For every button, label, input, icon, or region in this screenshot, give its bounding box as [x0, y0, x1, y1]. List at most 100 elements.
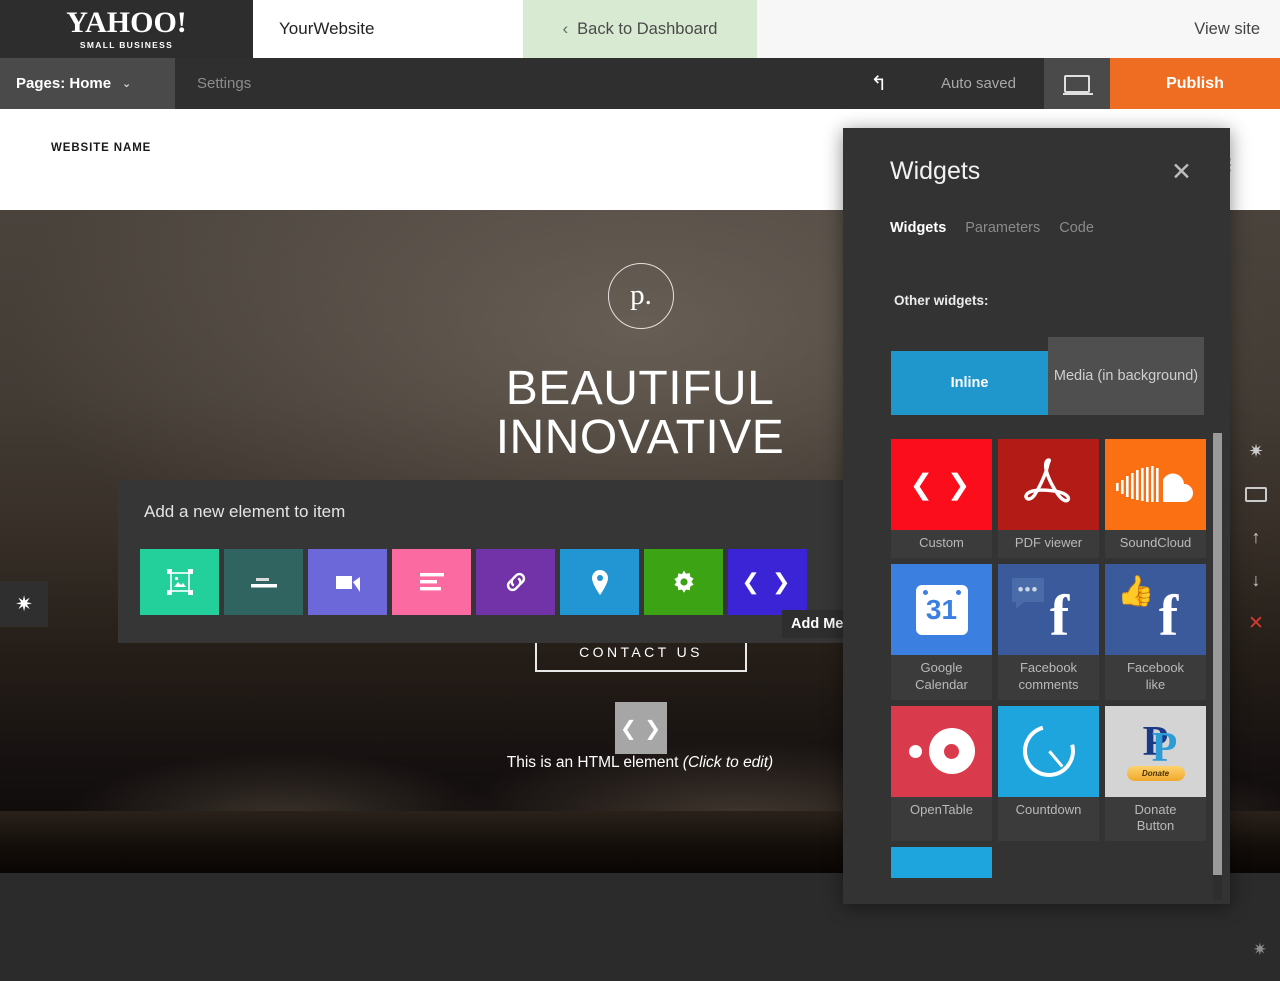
gear-icon: [673, 570, 694, 593]
editor-toolbar: Pages: Home ⌄ Settings ↰ Auto saved Publ…: [0, 58, 1280, 109]
widget-thumb: [1105, 439, 1206, 530]
widget-label-line1: Google: [920, 660, 963, 676]
widgets-row: 31 Google Calendar ••• f Facebook commen…: [891, 564, 1211, 700]
html-element-caption-hint: (Click to edit): [682, 754, 774, 771]
tab-parameters[interactable]: Parameters: [965, 220, 1040, 236]
widgets-scrollbar-thumb[interactable]: [1213, 433, 1222, 875]
builder-app: YAHOO! SMALL BUSINESS YourWebsite ‹ Back…: [0, 0, 1280, 981]
undo-button[interactable]: ↰: [845, 58, 913, 109]
widget-pdf-viewer[interactable]: PDF viewer: [998, 439, 1099, 559]
other-widgets-label: Other widgets:: [894, 293, 989, 308]
widget-custom[interactable]: ❮ ❯ Custom: [891, 439, 992, 559]
widget-soundcloud[interactable]: SoundCloud: [1105, 439, 1206, 559]
back-to-dashboard-label: Back to Dashboard: [577, 19, 718, 38]
soundcloud-icon: [1115, 465, 1193, 502]
topbar-spacer: [757, 0, 1195, 58]
top-bar: YAHOO! SMALL BUSINESS YourWebsite ‹ Back…: [0, 0, 1280, 58]
element-action-rail: ✷ ↑ ↓ ✕: [1232, 440, 1280, 665]
widget-thumb: 31: [891, 564, 992, 656]
segment-inline[interactable]: Inline: [891, 351, 1048, 415]
widget-next-row-partial[interactable]: [891, 847, 992, 879]
text-icon: [419, 573, 444, 591]
back-to-dashboard-button[interactable]: ‹ Back to Dashboard: [523, 0, 757, 58]
rail-delete-button[interactable]: ✕: [1248, 612, 1264, 634]
hero-logo-mark[interactable]: p.: [608, 263, 674, 329]
add-image-button[interactable]: [140, 549, 219, 615]
html-element-placeholder-icon[interactable]: ❮ ❯: [615, 702, 667, 754]
rail-move-up-button[interactable]: ↑: [1252, 526, 1261, 548]
widget-facebook-like[interactable]: 👍 f Facebook like: [1105, 564, 1206, 700]
widget-label: SoundCloud: [1119, 535, 1192, 550]
map-pin-icon: [591, 569, 608, 595]
widget-opentable[interactable]: OpenTable: [891, 705, 992, 842]
video-icon: [335, 576, 360, 592]
rail-move-down-button[interactable]: ↓: [1252, 569, 1261, 591]
view-site-link[interactable]: View site: [1194, 0, 1280, 58]
widget-google-calendar[interactable]: 31 Google Calendar: [891, 564, 992, 700]
gear-icon: ✷: [1252, 940, 1267, 959]
html-element-caption-text: This is an HTML element: [506, 754, 683, 771]
add-element-title: Add a new element to item: [144, 502, 346, 521]
widget-facebook-comments[interactable]: ••• f Facebook comments: [998, 564, 1099, 700]
yahoo-wordmark: YAHOO!: [66, 6, 187, 39]
widget-thumb: [891, 847, 992, 879]
add-html-button[interactable]: ❮ ❯: [728, 549, 807, 615]
undo-arrow-icon: ↰: [870, 73, 888, 95]
widget-donate-button[interactable]: P Donate Donate Button: [1105, 705, 1206, 842]
settings-tab[interactable]: Settings: [175, 58, 273, 109]
code-icon: ❮ ❯: [619, 717, 663, 740]
monitor-icon: [1245, 486, 1267, 502]
opentable-dot: [908, 744, 922, 758]
pages-dropdown[interactable]: Pages: Home ⌄: [0, 58, 175, 109]
widget-label-line1: Facebook: [1126, 660, 1185, 676]
facebook-icon: f: [1158, 582, 1179, 648]
widget-label-line1: Facebook: [1019, 660, 1078, 676]
pages-label: Pages: Home: [16, 75, 112, 92]
widget-thumb: 👍 f: [1105, 564, 1206, 656]
site-name-tab[interactable]: YourWebsite: [253, 0, 523, 58]
widgets-row: ❮ ❯ Custom PDF viewer SoundCloud: [891, 439, 1211, 559]
paypal-logo: P: [1143, 721, 1177, 769]
opentable-ring: [928, 728, 975, 775]
widget-type-segmented-control: Inline Media (in background): [891, 337, 1204, 415]
preview-button[interactable]: [1044, 58, 1110, 109]
add-map-button[interactable]: [560, 549, 639, 615]
tab-widgets[interactable]: Widgets: [890, 220, 946, 236]
widget-thumb: P Donate: [1105, 705, 1206, 797]
widgets-row-partial: [891, 847, 1211, 879]
segment-media-background[interactable]: Media (in background): [1048, 337, 1204, 415]
gear-icon: ✷: [15, 592, 33, 616]
widget-label: Facebook like: [1125, 655, 1186, 700]
widgets-grid: ❮ ❯ Custom PDF viewer SoundCloud 31 Goog…: [891, 439, 1211, 904]
widgets-dialog-tabs: Widgets Parameters Code: [890, 220, 1094, 236]
yahoo-small-business-logo[interactable]: YAHOO! SMALL BUSINESS: [0, 0, 253, 58]
add-video-button[interactable]: [308, 549, 387, 615]
widget-label: Facebook comments: [1017, 655, 1081, 700]
rail-gear-button[interactable]: ✷: [1248, 440, 1263, 462]
publish-button[interactable]: Publish: [1110, 58, 1280, 109]
add-widget-button[interactable]: [644, 549, 723, 615]
tab-code[interactable]: Code: [1059, 220, 1094, 236]
yahoo-tagline: SMALL BUSINESS: [79, 40, 174, 50]
code-icon: ❮ ❯: [909, 469, 974, 500]
footer-settings-gear-button[interactable]: ✷: [1253, 940, 1267, 960]
website-name-text[interactable]: WEBSITE NAME: [51, 142, 151, 154]
widget-countdown[interactable]: Countdown: [998, 705, 1099, 842]
image-icon: [166, 569, 193, 595]
add-divider-button[interactable]: [224, 549, 303, 615]
view-site-label: View site: [1194, 19, 1260, 38]
widget-label-line2: Calendar: [915, 676, 968, 692]
close-icon[interactable]: ✕: [1171, 160, 1192, 185]
widget-label-line1: Donate: [1134, 801, 1177, 817]
widget-label: OpenTable: [910, 801, 973, 817]
section-settings-gear-button[interactable]: ✷: [0, 581, 48, 627]
paypal-donate-icon: P Donate: [1126, 721, 1185, 782]
add-text-button[interactable]: [392, 549, 471, 615]
close-icon: ✕: [1248, 612, 1264, 634]
opentable-icon: [908, 728, 975, 775]
chevron-left-icon: ‹: [562, 19, 569, 38]
widget-label-line2: like: [1145, 676, 1166, 692]
add-link-button[interactable]: [476, 549, 555, 615]
comment-bubble-icon: •••: [1012, 578, 1044, 610]
rail-preview-button[interactable]: [1245, 483, 1267, 505]
